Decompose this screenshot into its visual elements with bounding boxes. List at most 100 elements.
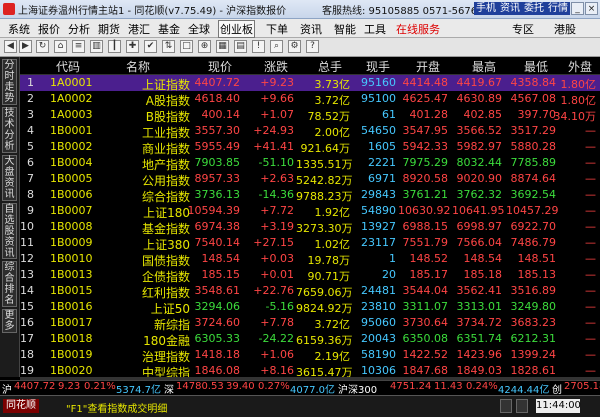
- header-high[interactable]: 最高: [472, 58, 496, 75]
- list-icon[interactable]: ≡: [72, 40, 85, 53]
- menu-tools[interactable]: 工具: [364, 21, 386, 37]
- menu-analysis[interactable]: 分析: [68, 21, 90, 37]
- table-row[interactable]: 4 1B0001 工业指数 3557.30 +24.93 2.00亿 54650 3547.9…: [20, 123, 600, 140]
- table-row[interactable]: 9 1B0007 上证180 10594.39 +7.72 1.92亿 54890 10630…: [20, 203, 600, 220]
- table-row[interactable]: 14 1B0015 红利指数 3548.61 +22.76 7659.06万 24481 35…: [20, 283, 600, 300]
- table-row[interactable]: 13 1B0013 企债指数 185.15 +0.01 90.71万 20 185.17 185…: [20, 267, 600, 284]
- print-icon[interactable]: ▤: [234, 40, 247, 53]
- red-icon[interactable]: ✚: [126, 40, 139, 53]
- status-bar: 同花顺 "F1"查看指数成交明细 11:44:00: [0, 395, 600, 417]
- app-icon: [3, 3, 15, 15]
- close-icon[interactable]: ×: [585, 2, 598, 15]
- outer-cell: —: [585, 172, 596, 185]
- menu-online-service[interactable]: 在线服务: [396, 21, 440, 37]
- volume-cell: 2.00亿: [314, 126, 351, 139]
- table-row[interactable]: 17 1B0018 180金融 6305.33 -24.22 6159.36万 20043 6…: [20, 331, 600, 348]
- ticker-label: 沪: [2, 385, 12, 395]
- row-number: 16: [20, 316, 34, 329]
- settings-icon[interactable]: ⚙: [288, 40, 301, 53]
- help-icon[interactable]: ?: [306, 40, 319, 53]
- network-icon[interactable]: [500, 399, 512, 413]
- tab-ranking[interactable]: 综合排名: [2, 261, 17, 307]
- menu-smart[interactable]: 智能: [334, 21, 356, 37]
- header-name[interactable]: 名称: [126, 58, 150, 75]
- zoom-icon[interactable]: ⊕: [198, 40, 211, 53]
- menu-fund[interactable]: 基金: [158, 21, 180, 37]
- news-button[interactable]: 资讯: [498, 2, 522, 15]
- green-icon[interactable]: ✔: [144, 40, 157, 53]
- menu-gem[interactable]: 创业板: [218, 20, 255, 38]
- code-cell: 1B0006: [50, 188, 93, 201]
- volume-cell: 6159.36万: [296, 334, 353, 347]
- menu-quote[interactable]: 报价: [38, 21, 60, 37]
- header-change[interactable]: 涨跌: [264, 58, 288, 75]
- open-cell: 10630.92: [398, 204, 451, 217]
- forward-icon[interactable]: ▶: [19, 40, 32, 53]
- select-icon[interactable]: □: [180, 40, 193, 53]
- current-volume-cell: 10306: [361, 364, 396, 377]
- menu-hk-fx[interactable]: 港汇: [128, 21, 150, 37]
- header-low[interactable]: 最低: [524, 58, 548, 75]
- menu-system[interactable]: 系统: [8, 21, 30, 37]
- price-cell: 4618.40: [194, 92, 241, 105]
- table-row[interactable]: 18 1B0019 治理指数 1418.18 +1.06 2.19亿 58190 1422.5…: [20, 347, 600, 364]
- zone-link[interactable]: 专区: [512, 21, 534, 37]
- menu-order[interactable]: 下单: [266, 21, 288, 37]
- volume-cell: 19.78万: [307, 254, 351, 267]
- table-row[interactable]: 10 1B0008 基金指数 6974.38 +3.19 3273.30万 13927 698…: [20, 219, 600, 236]
- table-row[interactable]: 6 1B0004 地产指数 7903.85 -51.10 1335.51万 2221 7975…: [20, 155, 600, 172]
- table-row[interactable]: 7 1B0005 公用指数 8957.33 +2.63 5242.82万 6971 8920.…: [20, 171, 600, 188]
- tab-watchlist-news[interactable]: 自选股资讯: [2, 203, 17, 259]
- table-row[interactable]: 16 1B0017 新综指 3724.60 +7.78 3.72亿 95060 3730.64…: [20, 315, 600, 332]
- menu-news[interactable]: 资讯: [300, 21, 322, 37]
- grid-icon[interactable]: ▦: [216, 40, 229, 53]
- change-cell: +9.66: [260, 92, 294, 105]
- code-cell: 1B0015: [50, 284, 93, 297]
- open-cell: 7975.29: [402, 156, 449, 169]
- chart-icon[interactable]: ▥: [90, 40, 103, 53]
- tab-market-news[interactable]: 大盘资讯: [2, 155, 17, 201]
- table-row[interactable]: 8 1B0006 综合指数 3736.13 -14.36 9788.23万 29843 376…: [20, 187, 600, 204]
- mobile-button[interactable]: 手机: [474, 2, 498, 15]
- price-cell: 6974.38: [194, 220, 241, 233]
- trade-button[interactable]: 委托: [522, 2, 546, 15]
- table-row[interactable]: 15 1B0016 上证50 3294.06 -5.16 9824.92万 23810 331…: [20, 299, 600, 316]
- tab-intraday[interactable]: 分时走势: [2, 59, 17, 105]
- volume-cell: 9788.23万: [296, 190, 353, 203]
- header-open[interactable]: 开盘: [416, 58, 440, 75]
- sort-icon[interactable]: ⇅: [162, 40, 175, 53]
- header-volume[interactable]: 总手: [318, 58, 342, 75]
- header-price[interactable]: 现价: [208, 58, 232, 75]
- alert-icon[interactable]: !: [252, 40, 265, 53]
- refresh-icon[interactable]: ↻: [36, 40, 49, 53]
- price-cell: 1846.08: [194, 364, 241, 377]
- table-row[interactable]: 1 1A0001 上证指数 4407.72 +9.23 3.73亿 95160 4414.48…: [20, 75, 600, 92]
- menu-global[interactable]: 全球: [188, 21, 210, 37]
- table-row[interactable]: 11 1B0009 上证380 7540.14 +27.15 1.02亿 23117 7551…: [20, 235, 600, 252]
- open-cell: 3547.95: [402, 124, 449, 137]
- header-cur-vol[interactable]: 现手: [366, 58, 390, 75]
- table-row[interactable]: 2 1A0002 A股指数 4618.40 +9.66 3.72亿 95100 4625.47…: [20, 91, 600, 108]
- minimize-icon[interactable]: _: [571, 2, 584, 15]
- alarm-icon[interactable]: [516, 399, 528, 413]
- row-number: 11: [20, 236, 34, 249]
- header-code[interactable]: 代码: [56, 58, 80, 75]
- quote-button[interactable]: 行情: [546, 2, 570, 15]
- row-number: 17: [20, 332, 34, 345]
- open-cell: 148.52: [409, 252, 449, 265]
- hk-link[interactable]: 港股: [554, 21, 576, 37]
- tab-more[interactable]: 更多: [2, 309, 17, 333]
- menu-futures[interactable]: 期货: [98, 21, 120, 37]
- tab-technical[interactable]: 技术分析: [2, 107, 17, 153]
- open-cell: 3761.21: [402, 188, 449, 201]
- table-row[interactable]: 5 1B0002 商业指数 5955.49 +41.41 921.64万 1605 5942.…: [20, 139, 600, 156]
- table-row[interactable]: 3 1A0003 B股指数 400.14 +1.07 78.52万 61 401.28 402.…: [20, 107, 600, 124]
- kline-icon[interactable]: ┃: [108, 40, 121, 53]
- back-icon[interactable]: ◀: [4, 40, 17, 53]
- ticker-percent: 0.21%: [84, 381, 116, 392]
- open-cell: 5942.33: [402, 140, 449, 153]
- header-outer[interactable]: 外盘: [568, 58, 592, 75]
- search-icon[interactable]: ⌕: [270, 40, 283, 53]
- home-icon[interactable]: ⌂: [54, 40, 67, 53]
- table-row[interactable]: 12 1B0010 国债指数 148.54 +0.03 19.78万 1 148.52 148.…: [20, 251, 600, 268]
